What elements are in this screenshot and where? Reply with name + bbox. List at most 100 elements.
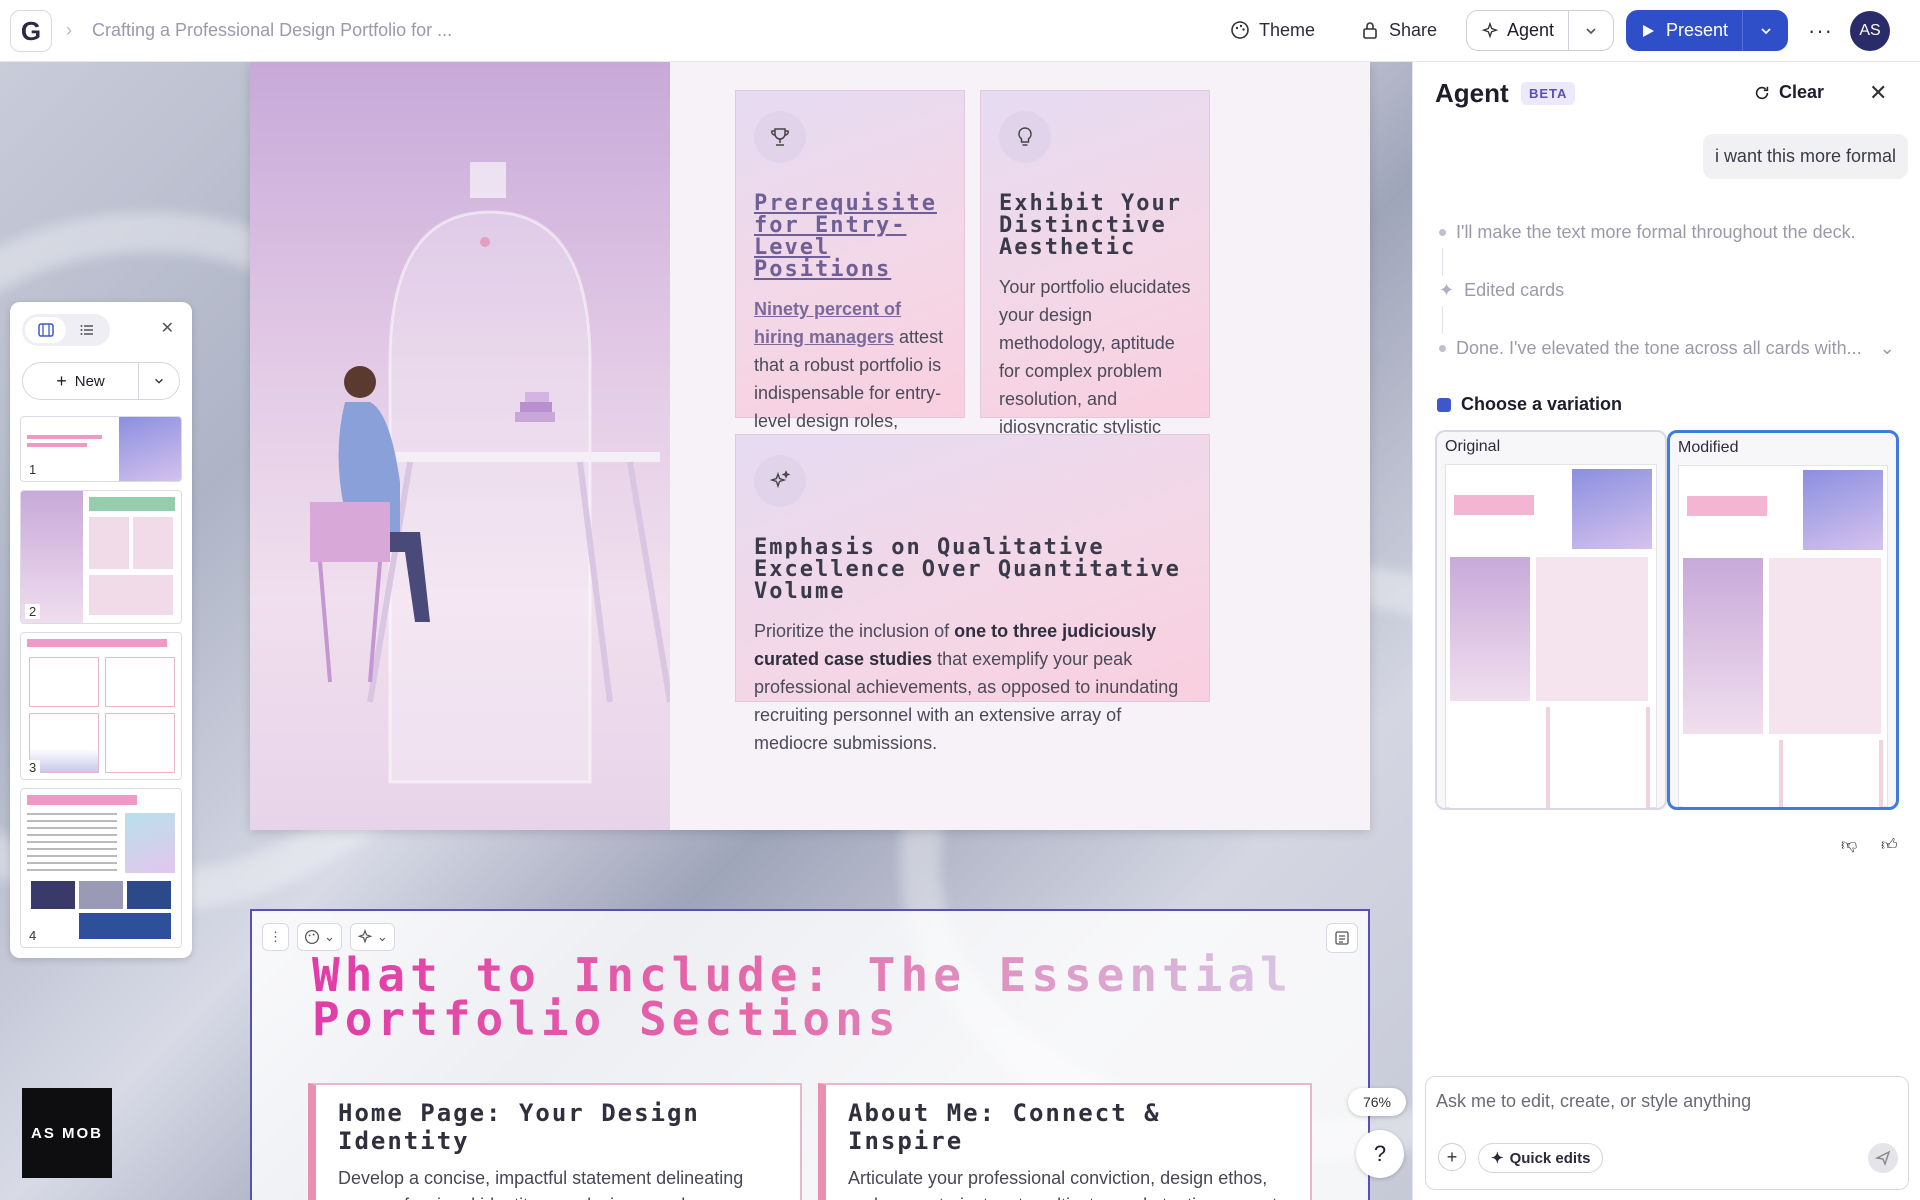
quick-edits-button[interactable]: ✦ Quick edits [1478,1143,1604,1173]
preview-section [1450,707,1650,808]
share-button[interactable]: Share [1350,10,1447,50]
avatar[interactable]: AS [1850,11,1890,51]
ai-edit-button[interactable]: ⌄ [349,923,395,951]
page-number: 4 [25,928,41,943]
agent-button[interactable]: Agent [1467,11,1570,50]
preview-image [1450,557,1530,701]
thumb-card [105,657,175,707]
card-quality[interactable]: Emphasis on Qualitative Excellence Over … [735,434,1210,753]
section-card-home[interactable]: Home Page: Your Design Identity Develop … [308,1083,802,1200]
slide-3-selected[interactable]: ⋮ ⌄ ⌄ What to Include: The Essential Por… [250,909,1370,1200]
drag-handle-icon[interactable]: ⋮ [262,923,289,951]
card-title[interactable]: Prerequisite for Entry-Level Positions [754,193,946,281]
thumb-card [133,517,173,569]
step-connector [1442,248,1443,276]
card-prerequisite[interactable]: Prerequisite for Entry-Level Positions N… [735,90,965,571]
chevron-down-icon: ⌄ [376,929,388,944]
close-icon[interactable]: ✕ [1869,80,1887,106]
thumb-card [89,575,173,615]
breadcrumb[interactable]: Crafting a Professional Design Portfolio… [92,20,452,41]
breadcrumb-separator-icon: › [66,20,72,40]
beta-badge: BETA [1521,82,1576,105]
choose-variation-heading: Choose a variation [1437,394,1622,415]
clear-button[interactable]: Clear [1753,82,1824,103]
designer-at-desk-illustration [310,162,673,784]
variation-preview [1678,465,1888,807]
variation-preview [1445,464,1657,808]
help-button[interactable]: ? [1356,1130,1404,1178]
thumb-title-line [27,639,167,647]
top-bar: G › Crafting a Professional Design Portf… [0,0,1920,62]
present-button[interactable]: Present [1626,10,1744,51]
more-menu-button[interactable]: ··· [1808,18,1833,44]
variation-original[interactable]: Original [1435,430,1667,810]
card-aesthetic[interactable]: Exhibit Your Distinctive Aesthetic Your … [980,90,1210,549]
close-icon[interactable]: ✕ [161,318,174,338]
sparkle-icon: ✦ [1491,1150,1504,1167]
page-thumbnail-2[interactable]: 2 [20,490,182,624]
thumb-image [119,417,181,481]
thumbs-down-icon[interactable]: 👎︎ [1841,836,1857,855]
chevron-down-icon [1760,27,1771,34]
present-dropdown[interactable] [1743,10,1788,51]
agent-step: I'll make the text more formal throughou… [1439,222,1856,243]
page-thumbnail-1[interactable]: 1 [20,416,182,482]
preview-section [1683,740,1883,807]
preview-title [1454,495,1534,515]
agent-step[interactable]: ✦ Edited cards [1439,280,1564,301]
thumb-card [29,657,99,707]
choose-label: Choose a variation [1461,394,1623,414]
preview-cards [1536,557,1648,701]
present-button-group: Present [1626,10,1788,51]
slide-2[interactable]: Prerequisite for Entry-Level Positions N… [250,62,1370,830]
section-title[interactable]: What to Include: The Essential Portfolio… [312,952,1312,1042]
attach-plus-icon[interactable]: + [1438,1143,1466,1171]
play-icon [1643,24,1654,37]
new-page-dropdown[interactable] [139,363,179,399]
slide-illustration [250,62,673,830]
sparkle-icon [1481,21,1499,38]
chevron-down-icon: ⌄ [324,929,335,944]
card-title: Exhibit Your Distinctive Aesthetic [999,191,1182,260]
thumbs-up-icon[interactable]: 👍︎ [1881,836,1898,855]
new-page-button[interactable]: + New [23,363,139,399]
page-thumbnail-3[interactable]: 3 [20,632,182,780]
agent-step[interactable]: Done. I've elevated the tone across all … [1439,338,1895,359]
thumb-image [125,813,175,873]
new-label: New [74,372,105,390]
app-logo[interactable]: G [10,10,52,52]
send-icon[interactable] [1868,1143,1898,1173]
step-dot-icon [1439,229,1446,236]
thumb-title-line [27,795,137,805]
pages-panel: ✕ + New 1 2 3 4 [10,302,192,958]
variation-label: Modified [1678,439,1739,456]
thumb-title-line [27,443,87,447]
section-card-body: Articulate your professional conviction,… [848,1168,1277,1200]
step-text: I'll make the text more formal throughou… [1456,222,1856,242]
page-thumbnail-4[interactable]: 4 [20,788,182,948]
preview-image [1803,470,1883,550]
thumbnail-view-icon[interactable] [25,317,66,343]
section-card-title: About Me: Connect & Inspire [848,1099,1161,1155]
list-view-icon[interactable] [66,317,107,343]
section-card-about[interactable]: About Me: Connect & Inspire Articulate y… [818,1083,1312,1200]
trophy-icon [754,111,806,163]
agent-input[interactable]: Ask me to edit, create, or style anythin… [1425,1076,1909,1190]
thumb-card [105,713,175,773]
statistic-link[interactable]: Ninety percent of hiring managers [754,299,901,347]
lightbulb-icon [999,111,1051,163]
notes-icon[interactable] [1326,923,1358,953]
variation-modified[interactable]: Modified [1667,430,1899,810]
theme-button[interactable]: Theme [1220,10,1325,50]
card-body: Prioritize the inclusion of one to three… [754,617,1191,757]
card-title: Emphasis on Qualitative Excellence Over … [754,535,1181,604]
thumb-title-line [89,497,175,511]
chevron-down-icon[interactable]: ⌄ [1880,338,1895,359]
zoom-level[interactable]: 76% [1348,1088,1406,1116]
card-style-button[interactable]: ⌄ [297,923,342,951]
agent-label: Agent [1507,20,1555,40]
thumb-image [79,913,171,939]
agent-dropdown[interactable] [1569,11,1613,50]
view-toggle [22,314,110,346]
step-connector [1442,306,1443,334]
